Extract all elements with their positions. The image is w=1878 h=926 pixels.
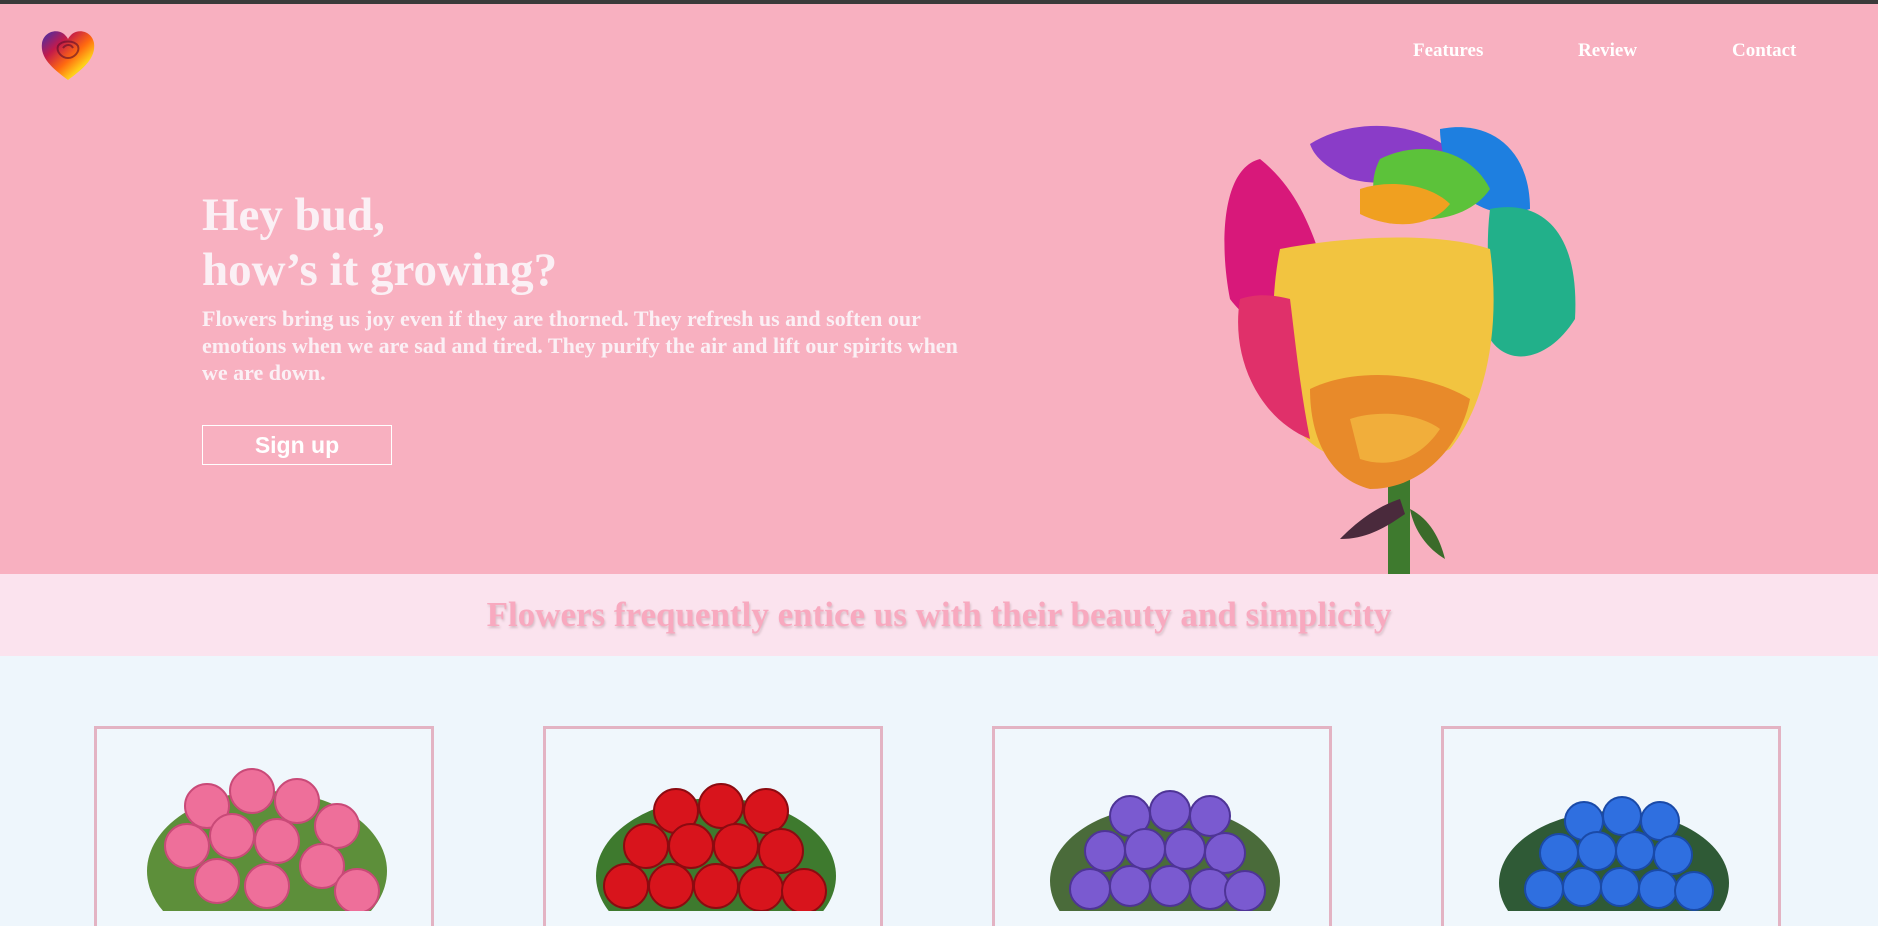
purple-rose-bouquet-icon	[1050, 790, 1280, 911]
hero-description: Flowers bring us joy even if they are th…	[202, 306, 958, 385]
pink-rose-bouquet-icon	[147, 768, 387, 911]
hero-section: Features Review Contact Hey bud, how’s i…	[0, 4, 1878, 574]
rainbow-rose-icon	[1224, 125, 1576, 574]
blue-rose-bouquet-icon	[1499, 796, 1729, 911]
red-rose-bouquet-icon	[596, 783, 836, 911]
products-section	[0, 656, 1878, 926]
tagline-band: Flowers frequently entice us with their …	[0, 574, 1878, 656]
product-card-red[interactable]	[543, 726, 883, 926]
nav-review-link[interactable]: Review	[1578, 40, 1637, 62]
rainbow-heart-rose-logo-icon[interactable]	[38, 24, 98, 84]
nav-contact-link[interactable]: Contact	[1732, 40, 1796, 62]
hero-title-line-1: Hey bud,	[202, 189, 385, 241]
hero-title: Hey bud, how’s it growing?	[202, 188, 557, 298]
tagline: Flowers frequently entice us with their …	[486, 595, 1392, 634]
product-card-blue[interactable]	[1441, 726, 1781, 926]
product-card-pink[interactable]	[94, 726, 434, 926]
hero-title-line-2: how’s it growing?	[202, 244, 558, 296]
signup-button[interactable]: Sign up	[202, 425, 392, 465]
nav-features-link[interactable]: Features	[1413, 40, 1483, 62]
product-card-purple[interactable]	[992, 726, 1332, 926]
